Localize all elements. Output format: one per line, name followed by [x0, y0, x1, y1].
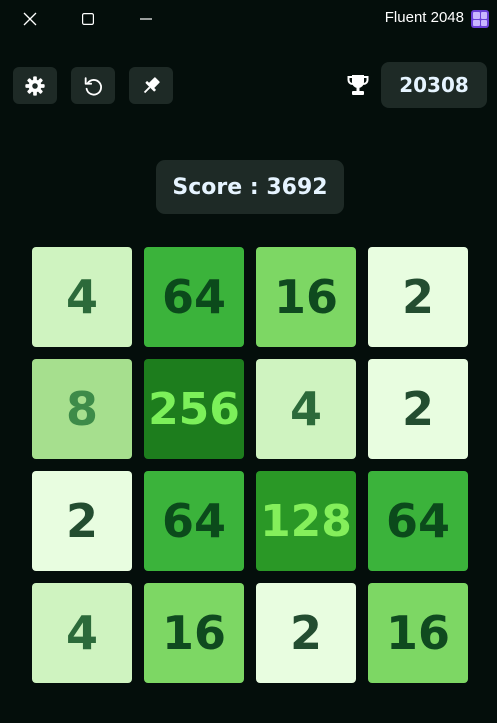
- maximize-button[interactable]: [68, 0, 108, 38]
- settings-button[interactable]: [13, 67, 57, 104]
- score-label: Score: [172, 174, 243, 200]
- close-button[interactable]: [10, 0, 50, 38]
- tile: 4: [256, 359, 356, 459]
- tile: 8: [32, 359, 132, 459]
- tile: 16: [368, 583, 468, 683]
- tile: 16: [256, 247, 356, 347]
- app-title: Fluent 2048: [384, 9, 464, 26]
- tile: 16: [144, 583, 244, 683]
- tile: 4: [32, 583, 132, 683]
- tile: 2: [256, 583, 356, 683]
- game-board[interactable]: 4 64 16 2 8 256 4 2 2 64 128 64 4 16 2 16: [32, 247, 468, 683]
- minimize-button[interactable]: [126, 0, 166, 38]
- pin-button[interactable]: [129, 67, 173, 104]
- tile: 64: [144, 471, 244, 571]
- gear-icon: [25, 75, 45, 96]
- undo-icon: [84, 76, 102, 95]
- best-score: 20308: [381, 62, 487, 108]
- tile: 2: [368, 359, 468, 459]
- tile: 128: [256, 471, 356, 571]
- undo-button[interactable]: [71, 67, 115, 104]
- tile: 2: [32, 471, 132, 571]
- tile: 256: [144, 359, 244, 459]
- score-separator: :: [242, 174, 267, 200]
- tile: 2: [368, 247, 468, 347]
- tile: 64: [144, 247, 244, 347]
- best-score-value: 20308: [399, 73, 469, 97]
- tile: 4: [32, 247, 132, 347]
- app-logo-icon: [471, 10, 489, 28]
- title-bar: Fluent 2048: [0, 0, 497, 38]
- tile: 64: [368, 471, 468, 571]
- close-icon: [23, 12, 37, 26]
- score-display: Score : 3692: [156, 160, 344, 214]
- pin-icon: [143, 76, 160, 93]
- minimize-icon: [140, 18, 152, 20]
- trophy-icon: [347, 75, 369, 95]
- score-value: 3692: [266, 174, 328, 200]
- maximize-icon: [82, 13, 94, 25]
